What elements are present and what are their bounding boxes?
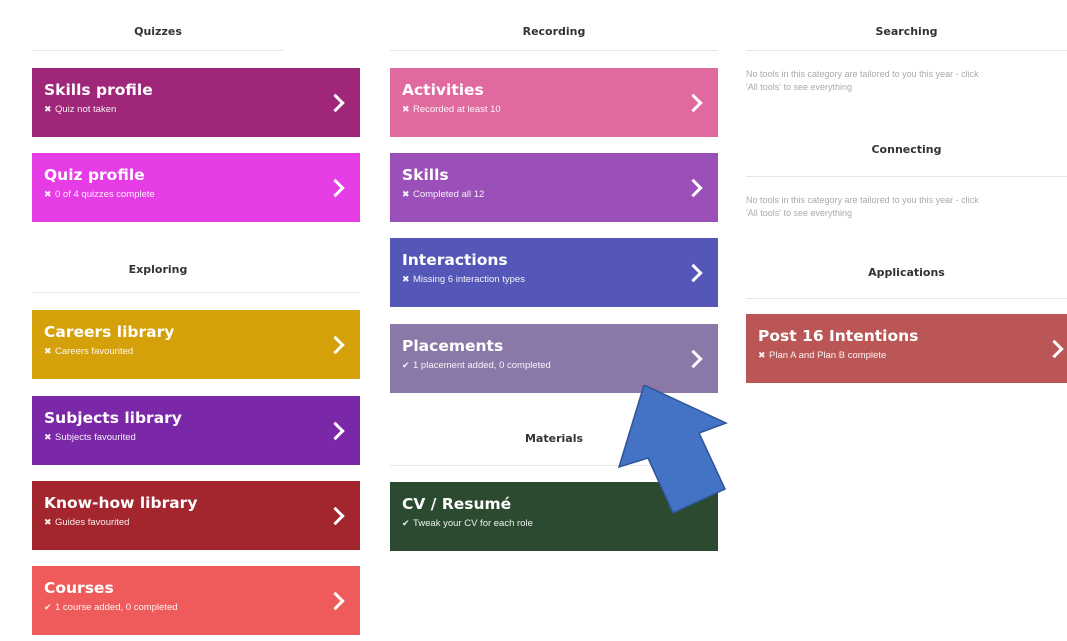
tile-quiz-profile[interactable]: Quiz profile ✖ 0 of 4 quizzes complete [32, 153, 360, 222]
cross-icon: ✖ [402, 189, 410, 199]
empty-message-searching: No tools in this category are tailored t… [746, 69, 979, 92]
divider [32, 50, 284, 51]
tile-status: ✖ Plan A and Plan B complete [758, 350, 887, 361]
cross-icon: ✖ [402, 104, 410, 114]
tile-status: ✖ Quiz not taken [44, 104, 117, 115]
tile-title: Skills [402, 166, 449, 184]
tile-activities[interactable]: Activities ✖ Recorded at least 10 [390, 68, 718, 137]
tile-skills-profile[interactable]: Skills profile ✖ Quiz not taken [32, 68, 360, 137]
tile-title: Courses [44, 579, 114, 597]
tile-status: ✔ 1 placement added, 0 completed [402, 360, 551, 371]
tile-title: Quiz profile [44, 166, 145, 184]
divider [746, 50, 1067, 51]
tile-subjects-library[interactable]: Subjects library ✖ Subjects favourited [32, 396, 360, 465]
annotation-arrow-icon [617, 385, 728, 514]
section-title-recording: Recording [522, 25, 586, 38]
check-icon: ✔ [44, 602, 52, 612]
cross-icon: ✖ [44, 189, 52, 199]
section-title-quizzes: Quizzes [134, 25, 182, 38]
tile-status: ✖ Careers favourited [44, 346, 134, 357]
divider [746, 298, 1067, 299]
tile-status: ✖ Missing 6 interaction types [402, 274, 525, 285]
empty-message-connecting: No tools in this category are tailored t… [746, 195, 979, 218]
tile-interactions[interactable]: Interactions ✖ Missing 6 interaction type… [390, 238, 718, 307]
tile-placements[interactable]: Placements ✔ 1 placement added, 0 complet… [390, 324, 718, 393]
tile-title: Activities [402, 81, 484, 99]
section-title-connecting: Connecting [871, 143, 942, 156]
tile-title: Know-how library [44, 494, 198, 512]
cross-icon: ✖ [44, 432, 52, 442]
cross-icon: ✖ [402, 274, 410, 284]
tile-status: ✖ Subjects favourited [44, 432, 136, 443]
check-icon: ✔ [402, 518, 410, 528]
tile-title: Post 16 Intentions [758, 327, 919, 345]
tile-post-16-intentions[interactable]: Post 16 Intentions ✖ Plan A and Plan B co… [746, 314, 1067, 383]
cross-icon: ✖ [44, 517, 52, 527]
cross-icon: ✖ [758, 350, 766, 360]
cross-icon: ✖ [44, 104, 52, 114]
section-title-searching: Searching [875, 25, 938, 38]
tile-status: ✔ 1 course added, 0 completed [44, 602, 178, 613]
divider [32, 292, 360, 293]
tile-title: Subjects library [44, 409, 182, 427]
divider [746, 176, 1067, 177]
tile-skills[interactable]: Skills ✖ Completed all 12 [390, 153, 718, 222]
tile-courses[interactable]: Courses ✔ 1 course added, 0 completed [32, 566, 360, 635]
tile-status: ✖ Guides favourited [44, 517, 130, 528]
tile-status: ✖ Recorded at least 10 [402, 104, 501, 115]
tile-status: ✖ 0 of 4 quizzes complete [44, 189, 155, 200]
tile-title: Interactions [402, 251, 508, 269]
tile-title: Placements [402, 337, 504, 355]
section-title-applications: Applications [868, 266, 945, 279]
tile-know-how-library[interactable]: Know-how library ✖ Guides favourited [32, 481, 360, 550]
cross-icon: ✖ [44, 346, 52, 356]
section-title-exploring: Exploring [128, 263, 188, 276]
tile-title: Careers library [44, 323, 175, 341]
tile-careers-library[interactable]: Careers library ✖ Careers favourited [32, 310, 360, 379]
check-icon: ✔ [402, 360, 410, 370]
tile-status: ✖ Completed all 12 [402, 189, 485, 200]
divider [390, 50, 718, 51]
tile-title: Skills profile [44, 81, 153, 99]
